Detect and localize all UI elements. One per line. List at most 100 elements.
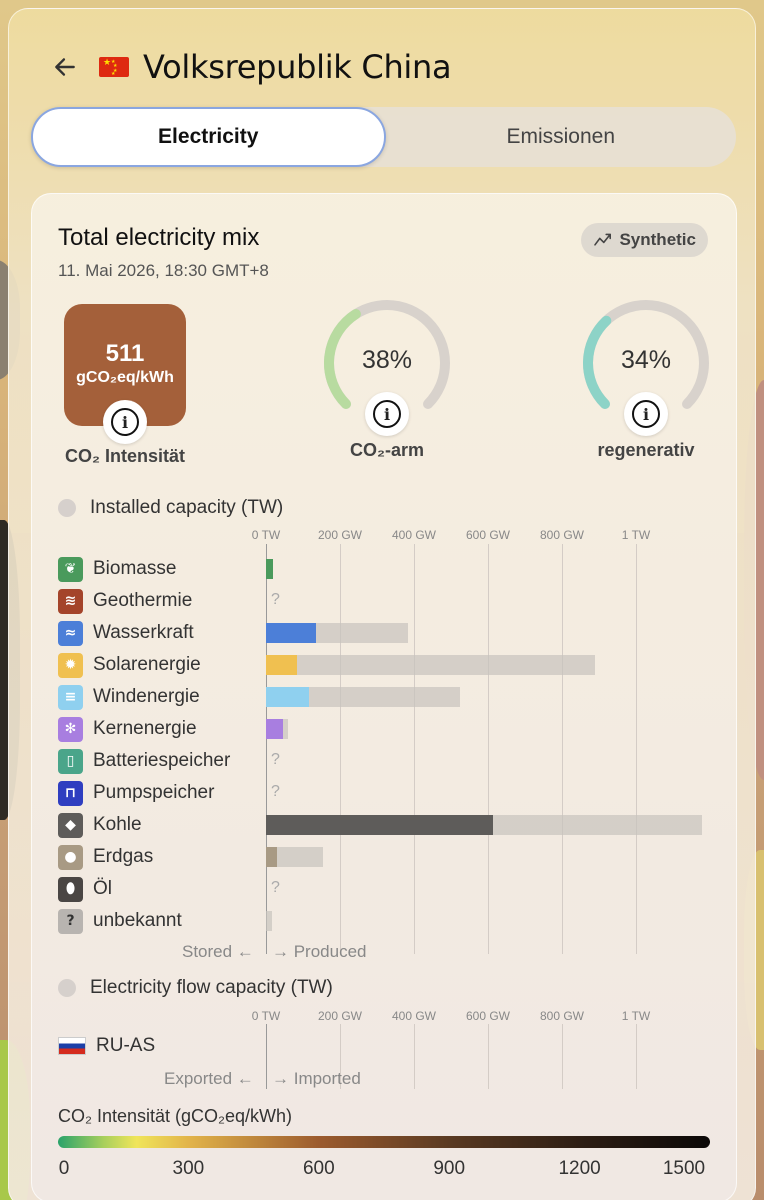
stored-legend: Stored ← xyxy=(182,942,254,961)
axis-tick-label: 0 TW xyxy=(251,528,281,542)
axis-gridline xyxy=(636,1024,637,1089)
capacity-row-label: Geothermie xyxy=(93,590,193,611)
capacity-row-label: unbekannt xyxy=(93,910,182,931)
capacity-row[interactable]: ? unbekannt xyxy=(58,907,182,935)
panel-header: ★ ★ ★ ★ ★ Volksrepublik China xyxy=(45,37,452,97)
capacity-row[interactable]: ▯ Batteriespeicher xyxy=(58,747,230,775)
axis-gridline xyxy=(414,1024,415,1089)
wind-icon: ≡ xyxy=(58,684,83,710)
scale-tick-label: 900 xyxy=(433,1158,466,1179)
synthetic-badge[interactable]: Synthetic xyxy=(581,223,708,257)
axis-tick-label: 400 GW xyxy=(391,528,437,542)
co2-intensity-value: 511 xyxy=(105,340,145,367)
capacity-row[interactable]: ⊓ Pumpspeicher xyxy=(58,779,214,807)
axis-gridline xyxy=(340,544,341,954)
capacity-row[interactable]: ❦ Biomasse xyxy=(58,555,176,583)
axis-tick-label: 600 GW xyxy=(465,528,511,542)
flow-section-header[interactable]: Electricity flow capacity (TW) xyxy=(58,977,333,999)
axis-tick-label: 600 GW xyxy=(465,1009,511,1023)
capacity-row-label: Öl xyxy=(93,878,112,899)
co2-intensity-label: CO₂ Intensität xyxy=(64,446,185,466)
axis-gridline xyxy=(414,544,415,954)
produced-bar xyxy=(266,623,316,643)
card-date: 11. Mai 2026, 18:30 GMT+8 xyxy=(58,261,269,280)
toggle-dot-icon xyxy=(58,499,76,517)
flow-section-title: Electricity flow capacity (TW) xyxy=(90,977,333,998)
arrow-left-icon xyxy=(55,58,75,76)
renewable-info-button[interactable]: i xyxy=(624,392,668,436)
co2-scale-gradient xyxy=(58,1136,710,1148)
axis-gridline xyxy=(562,544,563,954)
low-carbon-value: 38% xyxy=(361,346,413,374)
produced-legend: → Produced xyxy=(272,942,367,961)
scale-tick-label: 1500 xyxy=(662,1158,706,1179)
geothermal-icon: ≋ xyxy=(58,588,83,614)
capacity-bar-background xyxy=(266,655,596,675)
water-icon: ≈ xyxy=(58,620,83,646)
co2-intensity-info-button[interactable]: i xyxy=(103,400,147,444)
capacity-row-label: Windenergie xyxy=(93,686,200,707)
low-carbon-label: CO₂-arm xyxy=(349,440,424,460)
capacity-row[interactable]: ≡ Windenergie xyxy=(58,683,200,711)
back-button[interactable] xyxy=(45,47,85,87)
capacity-bar-background xyxy=(266,911,272,931)
produced-bar xyxy=(266,815,493,835)
capacity-row-label: Solarenergie xyxy=(93,654,201,675)
info-icon: i xyxy=(373,400,401,428)
axis-gridline xyxy=(266,544,267,954)
flow-row[interactable]: RU-AS xyxy=(58,1032,155,1060)
country-panel: ★ ★ ★ ★ ★ Volksrepublik China Electricity Em… xyxy=(8,8,756,1200)
co2-scale-title: CO₂ Intensität (gCO₂eq/kWh) xyxy=(58,1106,293,1126)
imported-legend: → Imported xyxy=(272,1069,361,1088)
capacity-row[interactable]: ⬮ Öl xyxy=(58,875,112,903)
capacity-row[interactable]: ● Erdgas xyxy=(58,843,153,871)
page-title: Volksrepublik China xyxy=(143,48,452,86)
produced-bar xyxy=(266,847,278,867)
produced-bar xyxy=(266,687,309,707)
axis-tick-label: 800 GW xyxy=(539,528,585,542)
capacity-row-label: Erdgas xyxy=(93,846,154,867)
scale-tick-label: 600 xyxy=(302,1158,335,1179)
shuffle-icon xyxy=(594,233,612,246)
axis-tick-label: 200 GW xyxy=(317,1009,363,1023)
capacity-row[interactable]: ≈ Wasserkraft xyxy=(58,619,194,647)
sun-icon: ✹ xyxy=(58,652,83,678)
unknown-value-mark: ? xyxy=(271,751,280,768)
unknown-value-mark: ? xyxy=(271,783,280,800)
axis-gridline xyxy=(636,544,637,954)
info-icon: i xyxy=(111,408,139,436)
toggle-dot-icon xyxy=(58,979,76,997)
scale-tick-label: 0 xyxy=(58,1158,70,1179)
capacity-row-label: Kohle xyxy=(93,814,142,835)
capacity-row[interactable]: ◆ Kohle xyxy=(58,811,142,839)
tab-electricity[interactable]: Electricity xyxy=(31,107,386,167)
flow-row-label: RU-AS xyxy=(96,1035,156,1056)
axis-gridline xyxy=(266,1024,267,1089)
capacity-row-label: Kernenergie xyxy=(93,718,197,739)
info-icon: i xyxy=(632,400,660,428)
capacity-section-header[interactable]: Installed capacity (TW) xyxy=(58,497,283,519)
axis-gridline xyxy=(562,1024,563,1089)
axis-tick-label: 400 GW xyxy=(391,1009,437,1023)
capacity-row[interactable]: ≋ Geothermie xyxy=(58,587,192,615)
capacity-row-label: Pumpspeicher xyxy=(93,782,215,803)
unknown-value-mark: ? xyxy=(271,879,280,896)
badge-label: Synthetic xyxy=(619,230,696,249)
coal-icon: ◆ xyxy=(58,812,83,838)
co2-intensity-unit: gCO₂eq/kWh xyxy=(76,369,174,386)
leaf-icon: ❦ xyxy=(58,556,83,582)
exported-legend: Exported ← xyxy=(164,1069,254,1088)
view-tabs: Electricity Emissionen xyxy=(31,107,736,167)
oil-icon: ⬮ xyxy=(58,876,83,902)
tab-emissions[interactable]: Emissionen xyxy=(386,107,737,167)
low-carbon-info-button[interactable]: i xyxy=(365,392,409,436)
card-title: Total electricity mix xyxy=(58,224,260,251)
capacity-row[interactable]: ✹ Solarenergie xyxy=(58,651,201,679)
capacity-row[interactable]: ✻ Kernenergie xyxy=(58,715,197,743)
capacity-row-label: Biomasse xyxy=(93,558,177,579)
china-flag-icon: ★ ★ ★ ★ ★ xyxy=(99,57,129,77)
pumped-storage-icon: ⊓ xyxy=(58,780,83,806)
electricity-mix-card: Total electricity mix 11. Mai 2026, 18:3… xyxy=(31,193,737,1200)
axis-gridline xyxy=(488,1024,489,1089)
gas-icon: ● xyxy=(58,844,83,870)
